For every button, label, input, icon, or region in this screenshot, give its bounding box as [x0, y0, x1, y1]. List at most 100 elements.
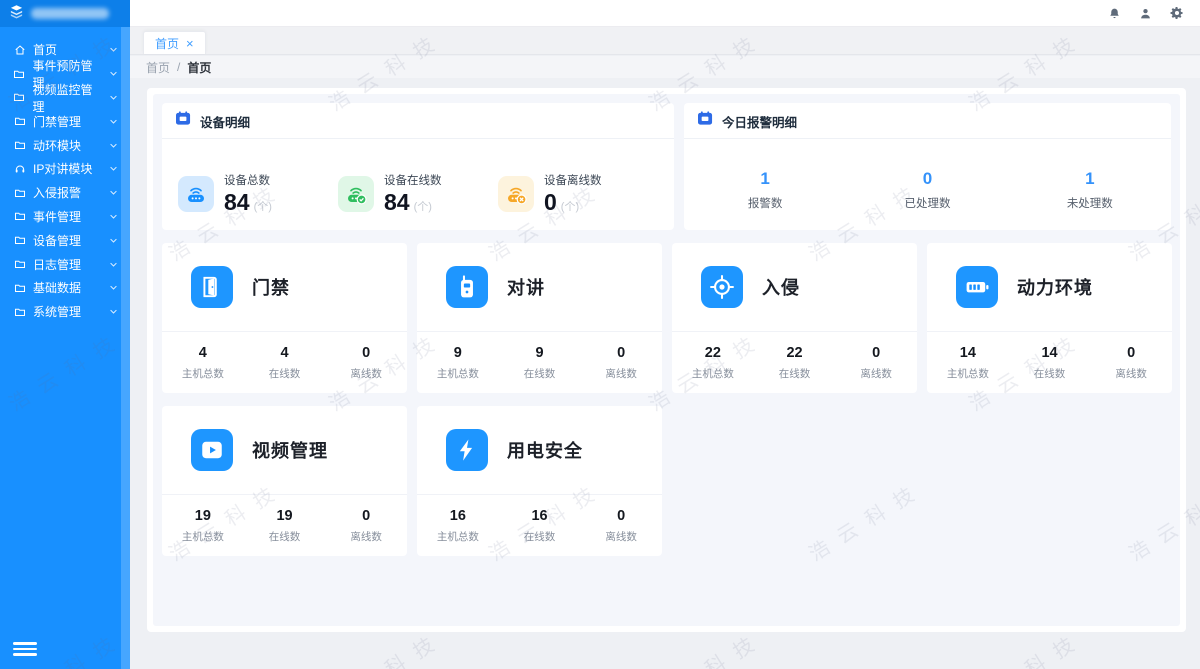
breadcrumb-separator: / — [177, 60, 180, 74]
module-title: 对讲 — [507, 274, 545, 300]
sidebar-item-label: 入侵报警 — [33, 184, 81, 201]
sidebar-item-12[interactable]: 系统管理 — [0, 300, 130, 324]
device-stat-unit: (个) — [254, 198, 272, 214]
device-stat-text: 设备总数84(个) — [224, 172, 272, 216]
chevron-down-icon — [109, 236, 118, 245]
sidebar-item-6[interactable]: IP对讲模块 — [0, 157, 130, 181]
alarm-stat: 0 已处理数 — [846, 169, 1008, 211]
device-stat: 设备总数84(个) — [178, 172, 338, 216]
breadcrumb-item[interactable]: 首页 — [146, 59, 170, 76]
tab-home[interactable]: 首页 × — [143, 31, 206, 54]
alarm-stat-value: 0 — [846, 169, 1008, 189]
module-stat-value: 22 — [754, 345, 836, 361]
module-stat-label: 在线数 — [1009, 366, 1091, 381]
module-card[interactable]: 入侵22主机总数22在线数0离线数 — [672, 243, 917, 393]
chevron-down-icon — [109, 164, 118, 173]
module-stat-label: 在线数 — [754, 366, 836, 381]
module-card[interactable]: 动力环境14主机总数14在线数0离线数 — [927, 243, 1172, 393]
bell-icon[interactable] — [1108, 7, 1121, 20]
summary-row: 设备明细 设备总数84(个)设备在线数84(个)设备离线数0(个) 今日报警明细… — [162, 103, 1171, 230]
sidebar-item-7[interactable]: 入侵报警 — [0, 181, 130, 205]
top-header — [130, 0, 1200, 27]
module-stat-label: 主机总数 — [162, 366, 244, 381]
card-header: 今日报警明细 — [684, 103, 1171, 139]
alarm-stat-label: 报警数 — [684, 195, 846, 211]
device-stat-valrow: 84(个) — [384, 189, 442, 216]
sidebar-item-4[interactable]: 门禁管理 — [0, 109, 130, 133]
module-stat-value: 4 — [244, 345, 326, 361]
sidebar-collapse-button[interactable] — [13, 642, 37, 659]
sidebar-item-11[interactable]: 基础数据 — [0, 276, 130, 300]
sidebar: 首页事件预防管理视频监控管理门禁管理动环模块IP对讲模块入侵报警事件管理设备管理… — [0, 0, 130, 669]
sidebar-menu: 首页事件预防管理视频监控管理门禁管理动环模块IP对讲模块入侵报警事件管理设备管理… — [0, 27, 130, 324]
module-stat-label: 在线数 — [244, 529, 326, 544]
module-stats: 22主机总数22在线数0离线数 — [672, 332, 917, 381]
module-card-header: 对讲 — [417, 243, 662, 332]
device-summary-card: 设备明细 设备总数84(个)设备在线数84(个)设备离线数0(个) — [162, 103, 674, 230]
layers-logo-icon — [9, 4, 24, 24]
tab-bar: 首页 × — [130, 27, 1200, 55]
lightning-icon — [446, 429, 488, 471]
sidebar-item-9[interactable]: 设备管理 — [0, 228, 130, 252]
module-stat-label: 在线数 — [499, 366, 581, 381]
module-stat-label: 主机总数 — [162, 529, 244, 544]
device-stat-unit: (个) — [561, 198, 579, 214]
folder-icon — [13, 115, 26, 127]
device-stats: 设备总数84(个)设备在线数84(个)设备离线数0(个) — [162, 139, 674, 216]
module-card[interactable]: 视频管理19主机总数19在线数0离线数 — [162, 406, 407, 556]
module-card[interactable]: 用电安全16主机总数16在线数0离线数 — [417, 406, 662, 556]
module-stat-value: 0 — [835, 345, 917, 361]
module-card[interactable]: 门禁4主机总数4在线数0离线数 — [162, 243, 407, 393]
tab-label: 首页 — [155, 35, 179, 52]
module-stat-value: 16 — [499, 508, 581, 524]
module-stat: 22 在线数 — [754, 345, 836, 381]
chevron-down-icon — [109, 141, 118, 150]
chevron-down-icon — [109, 283, 118, 292]
gear-icon[interactable] — [1170, 6, 1184, 20]
folder-icon — [13, 282, 26, 294]
module-stat: 0 离线数 — [325, 508, 407, 544]
module-stat-value: 14 — [1009, 345, 1091, 361]
folder-icon — [13, 187, 26, 199]
module-stats: 9主机总数9在线数0离线数 — [417, 332, 662, 381]
module-card-header: 门禁 — [162, 243, 407, 332]
module-stat-value: 0 — [325, 508, 407, 524]
device-stat-value: 0 — [544, 189, 557, 216]
folder-icon — [13, 68, 26, 80]
module-stat: 9主机总数 — [417, 345, 499, 381]
module-stat-label: 主机总数 — [927, 366, 1009, 381]
alarm-stat-label: 已处理数 — [846, 195, 1008, 211]
card-title: 今日报警明细 — [722, 112, 797, 131]
module-stat: 14 在线数 — [1009, 345, 1091, 381]
module-stats: 4主机总数4在线数0离线数 — [162, 332, 407, 381]
alarm-stat-value: 1 — [684, 169, 846, 189]
module-stat: 0离线数 — [325, 345, 407, 381]
module-stat: 0离线数 — [1090, 345, 1172, 381]
sidebar-item-5[interactable]: 动环模块 — [0, 133, 130, 157]
sidebar-item-label: 日志管理 — [33, 256, 81, 273]
module-stat: 16主机总数 — [417, 508, 499, 544]
sidebar-item-8[interactable]: 事件管理 — [0, 205, 130, 229]
device-stat-value: 84 — [384, 189, 410, 216]
module-card[interactable]: 对讲9主机总数9在线数0离线数 — [417, 243, 662, 393]
user-icon[interactable] — [1139, 7, 1152, 20]
module-stat-label: 离线数 — [325, 529, 407, 544]
module-title: 门禁 — [252, 274, 290, 300]
tab-close-icon[interactable]: × — [186, 37, 194, 50]
card-header: 设备明细 — [162, 103, 674, 139]
alarm-stat-value: 1 — [1009, 169, 1171, 189]
sidebar-item-label: 视频监控管理 — [33, 81, 102, 115]
logo-text-blurred — [31, 8, 109, 19]
module-stat-label: 在线数 — [244, 366, 326, 381]
sidebar-item-10[interactable]: 日志管理 — [0, 252, 130, 276]
module-stat-value: 0 — [580, 345, 662, 361]
folder-icon — [13, 234, 26, 246]
module-stat-value: 16 — [417, 508, 499, 524]
module-stat-value: 22 — [672, 345, 754, 361]
main-content: 设备明细 设备总数84(个)设备在线数84(个)设备离线数0(个) 今日报警明细… — [130, 78, 1200, 669]
sidebar-item-3[interactable]: 视频监控管理 — [0, 86, 130, 110]
video-icon — [191, 429, 233, 471]
device-stat-label: 设备离线数 — [544, 172, 602, 188]
sidebar-item-label: 事件管理 — [33, 208, 81, 225]
device-stat-unit: (个) — [414, 198, 432, 214]
